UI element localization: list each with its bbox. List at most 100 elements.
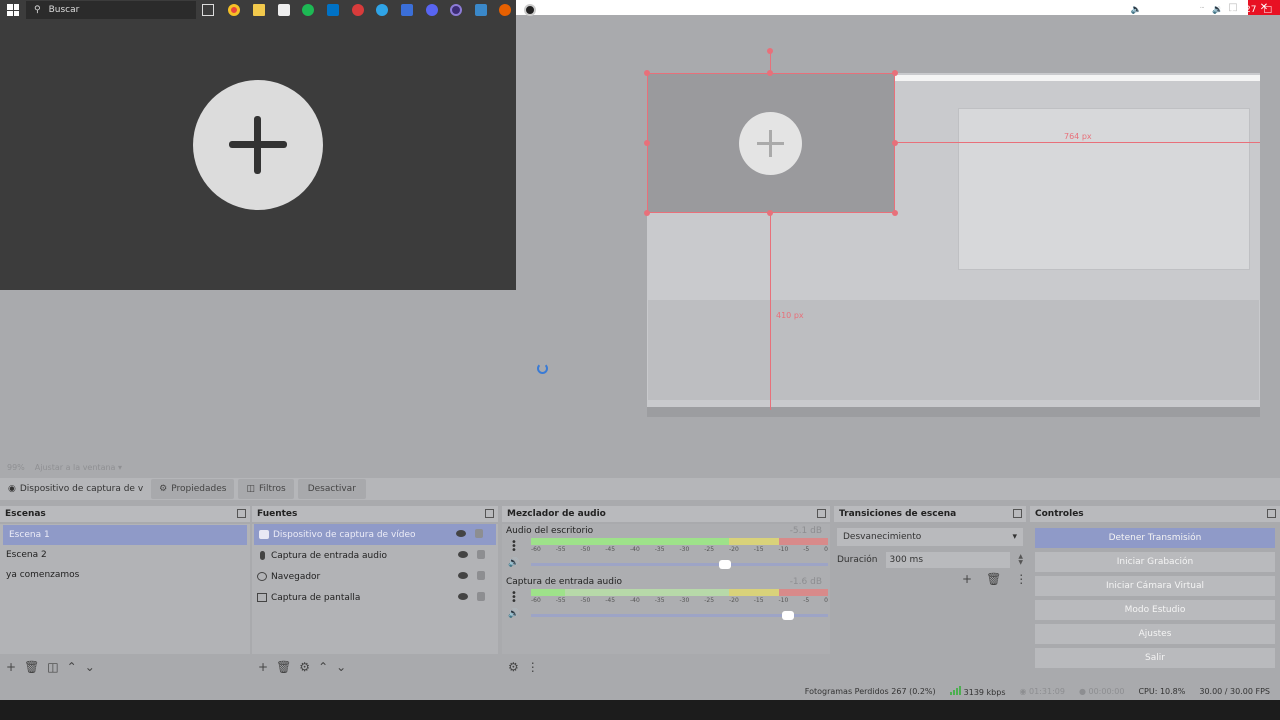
scale-tick: -50: [580, 546, 591, 553]
obs-icon[interactable]: [524, 4, 536, 16]
volume-slider-knob[interactable]: [719, 560, 731, 569]
source-item-video-capture[interactable]: Dispositivo de captura de vídeo: [254, 524, 496, 545]
advanced-audio-gear-icon[interactable]: ⚙: [508, 660, 519, 674]
tray-microphone-icon[interactable]: 🎙: [1194, 5, 1205, 15]
scale-tick: -50: [580, 597, 591, 604]
guide-line-bottom: [770, 213, 771, 410]
audio-mixer-dock: Mezclador de audio Audio del escritorio …: [502, 506, 830, 678]
lock-icon[interactable]: [477, 550, 485, 559]
speaker-icon[interactable]: 🔊: [508, 558, 519, 568]
arrow-up-icon[interactable]: ⌃: [67, 660, 77, 674]
mixer-menu-icon[interactable]: ⋮: [527, 660, 539, 674]
wifi-icon[interactable]: ≈: [1179, 5, 1187, 15]
volume-slider-knob[interactable]: [782, 611, 794, 620]
speaker-icon[interactable]: 🔊: [508, 609, 519, 619]
visibility-eye-icon[interactable]: [458, 551, 468, 558]
tray-speaker-icon[interactable]: 🔈: [1131, 5, 1142, 15]
task-view-icon[interactable]: [202, 4, 214, 16]
app-window-icon[interactable]: [475, 4, 487, 16]
transition-select[interactable]: Desvanecimiento ▾: [837, 528, 1023, 546]
resize-handle-l[interactable]: [644, 140, 650, 146]
volume-slider[interactable]: [531, 560, 828, 569]
resize-handle-t[interactable]: [767, 70, 773, 76]
source-item-audio-input[interactable]: Captura de entrada audio: [252, 545, 498, 566]
store-icon[interactable]: [278, 4, 290, 16]
firefox-icon[interactable]: [499, 4, 511, 16]
studio-mode-label: Modo Estudio: [1124, 605, 1186, 615]
filter-icon[interactable]: ◫: [47, 660, 58, 674]
tray-app-icon[interactable]: ◉: [1149, 5, 1157, 15]
scenes-toolbar: + 🗑 ◫ ⌃ ⌄: [0, 656, 250, 678]
filters-button[interactable]: ◫ Filtros: [238, 479, 294, 499]
spotify-icon[interactable]: [302, 4, 314, 16]
outlook-icon[interactable]: [327, 4, 339, 16]
clock[interactable]: 23:27: [1231, 5, 1257, 15]
resize-handle-tl[interactable]: [644, 70, 650, 76]
trash-icon[interactable]: 🗑: [986, 572, 1001, 586]
visibility-eye-icon[interactable]: [458, 593, 468, 600]
lock-icon[interactable]: [475, 529, 483, 538]
app-blue-icon[interactable]: [401, 4, 413, 16]
stop-stream-button[interactable]: Detener Transmisión: [1035, 528, 1275, 548]
trash-icon[interactable]: 🗑: [276, 660, 291, 674]
add-icon[interactable]: +: [258, 660, 268, 674]
rotate-handle[interactable]: [767, 48, 773, 54]
resize-handle-b[interactable]: [767, 210, 773, 216]
windows-taskbar: [0, 700, 1280, 720]
undock-icon[interactable]: [237, 509, 246, 518]
app-red-icon[interactable]: [352, 4, 364, 16]
loading-cursor-icon: [537, 363, 548, 374]
transition-menu-icon[interactable]: ⋮: [1015, 572, 1027, 586]
file-explorer-icon[interactable]: [253, 4, 265, 16]
add-icon[interactable]: +: [6, 660, 16, 674]
chevron-up-icon[interactable]: ⌃: [1116, 5, 1124, 15]
deactivate-button[interactable]: Desactivar: [297, 479, 366, 499]
studio-mode-button[interactable]: Modo Estudio: [1035, 600, 1275, 620]
arrow-down-icon[interactable]: ⌄: [85, 660, 95, 674]
app-purple-icon[interactable]: [450, 4, 462, 16]
add-icon[interactable]: +: [962, 572, 972, 586]
track-menu-icon[interactable]: • • •: [511, 589, 517, 607]
start-recording-button[interactable]: Iniciar Grabación: [1035, 552, 1275, 572]
gear-icon[interactable]: ⚙: [299, 660, 310, 674]
scene-item-escena-2[interactable]: Escena 2: [0, 545, 250, 565]
duration-spinbox[interactable]: 300 ms: [885, 552, 1011, 568]
resize-handle-br[interactable]: [892, 210, 898, 216]
exit-button[interactable]: Salir: [1035, 648, 1275, 668]
zoom-mode-label: Ajustar a la ventana: [34, 462, 116, 472]
zoom-mode-select[interactable]: Ajustar a la ventana ▾: [35, 463, 122, 472]
resize-handle-bl[interactable]: [644, 210, 650, 216]
undock-icon[interactable]: [817, 509, 826, 518]
transition-selected: Desvanecimiento: [843, 532, 922, 542]
tray-volume-icon[interactable]: 🔉: [1212, 5, 1223, 15]
windows-start-icon[interactable]: [7, 4, 19, 16]
volume-slider[interactable]: [531, 611, 828, 620]
resize-handle-r[interactable]: [892, 140, 898, 146]
visibility-eye-icon[interactable]: [456, 530, 466, 537]
arrow-down-icon[interactable]: ⌄: [336, 660, 346, 674]
spin-arrows-icon[interactable]: ▲ ▼: [1018, 554, 1023, 566]
scene-item-ya-comenzamos[interactable]: ya comenzamos: [0, 565, 250, 585]
source-item-screen-capture[interactable]: Captura de pantalla: [252, 587, 498, 608]
track-menu-icon[interactable]: • • •: [511, 538, 517, 556]
visibility-eye-icon[interactable]: [458, 572, 468, 579]
taskbar-search[interactable]: ⚲ Buscar: [26, 1, 196, 19]
lock-icon[interactable]: [477, 571, 485, 580]
properties-button[interactable]: ⚙ Propiedades: [151, 479, 235, 499]
settings-button[interactable]: Ajustes: [1035, 624, 1275, 644]
undock-icon[interactable]: [1013, 509, 1022, 518]
edge-icon[interactable]: [376, 4, 388, 16]
scene-item-escena-1[interactable]: Escena 1: [3, 525, 247, 545]
notification-icon[interactable]: □: [1263, 5, 1272, 15]
resize-handle-tr[interactable]: [892, 70, 898, 76]
undock-icon[interactable]: [485, 509, 494, 518]
source-item-browser[interactable]: Navegador: [252, 566, 498, 587]
lock-icon[interactable]: [477, 592, 485, 601]
trash-icon[interactable]: 🗑: [24, 660, 39, 674]
tray-network-icon[interactable]: ▤: [1164, 5, 1173, 15]
discord-icon[interactable]: [426, 4, 438, 16]
undock-icon[interactable]: [1267, 509, 1276, 518]
arrow-up-icon[interactable]: ⌃: [318, 660, 328, 674]
chrome-icon[interactable]: [228, 4, 240, 16]
start-virtual-camera-button[interactable]: Iniciar Cámara Virtual: [1035, 576, 1275, 596]
